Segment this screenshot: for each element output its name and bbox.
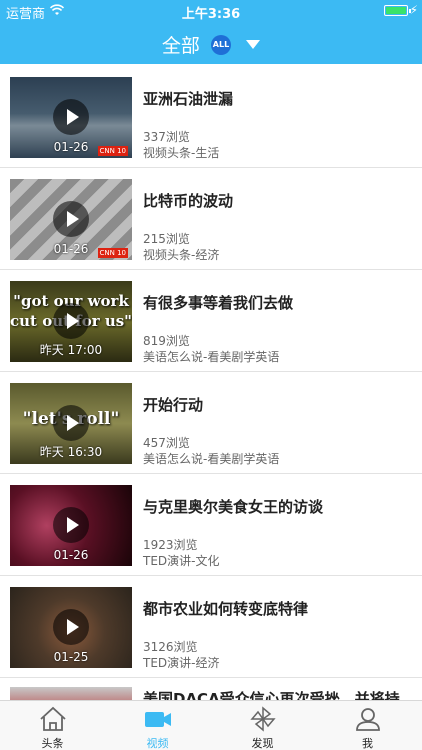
list-item[interactable]: 01-26 CNN 10 比特币的波动 215浏览 视频头条-经济 (0, 168, 422, 270)
category-selector[interactable]: 全部 ALL (0, 31, 422, 58)
view-count: 457浏览 (143, 436, 190, 450)
video-title[interactable]: 有很多事等着我们去做 (143, 292, 293, 313)
tab-label: 我 (362, 737, 373, 750)
view-count: 1923浏览 (143, 538, 198, 552)
video-thumbnail[interactable]: 01-26 (10, 485, 132, 566)
chevron-down-icon[interactable] (246, 40, 261, 49)
play-icon[interactable] (53, 99, 89, 135)
video-title[interactable]: 比特币的波动 (143, 190, 233, 211)
play-icon[interactable] (53, 405, 89, 441)
battery-fill (386, 7, 406, 14)
home-icon (40, 706, 66, 731)
view-count: 337浏览 (143, 130, 190, 144)
video-source: 美语怎么说-看美剧学英语 (143, 350, 280, 364)
user-icon (356, 708, 380, 731)
video-title[interactable]: 开始行动 (143, 394, 203, 415)
video-thumbnail[interactable]: "let's roll" 昨天 16:30 (10, 383, 132, 464)
status-bar: 运营商 上午3:36 ⚡ (0, 0, 422, 22)
video-source: 视频头条-经济 (143, 248, 220, 262)
play-icon[interactable] (53, 609, 89, 645)
video-source: 美语怎么说-看美剧学英语 (143, 452, 280, 466)
video-source: TED演讲-文化 (143, 554, 220, 568)
video-camera-icon (145, 712, 171, 727)
tab-label: 视频 (146, 737, 169, 750)
list-item[interactable]: 01-26 CNN 10 亚洲石油泄漏 337浏览 视频头条-生活 (0, 66, 422, 168)
video-title[interactable]: 与克里奥尔美食女王的访谈 (143, 496, 323, 517)
video-date: 01-26 (53, 548, 89, 562)
video-list[interactable]: 01-26 CNN 10 亚洲石油泄漏 337浏览 视频头条-生活 01-26 … (0, 64, 422, 700)
tab-label: 头条 (41, 737, 64, 750)
battery-icon (384, 5, 411, 16)
list-item[interactable]: "got our work cut out for us" 昨天 17:00 有… (0, 270, 422, 372)
play-icon[interactable] (53, 507, 89, 543)
cnn-logo: CNN 10 (97, 146, 128, 156)
all-badge: ALL (211, 34, 231, 55)
list-item[interactable]: 01-26 与克里奥尔美食女王的访谈 1923浏览 TED演讲-文化 (0, 474, 422, 576)
video-thumbnail[interactable]: 01-26 CNN 10 (10, 77, 132, 158)
list-item[interactable]: "let's roll" 昨天 16:30 开始行动 457浏览 美语怎么说-看… (0, 372, 422, 474)
tab-video[interactable]: 视频 (105, 701, 210, 750)
video-thumbnail[interactable] (10, 687, 132, 700)
video-title[interactable]: 亚洲石油泄漏 (143, 88, 233, 109)
pinwheel-icon (250, 706, 276, 732)
tab-discover[interactable]: 发现 (210, 701, 315, 750)
page-title: 全部 (161, 35, 200, 57)
tab-headlines[interactable]: 头条 (0, 701, 105, 750)
cnn-logo: CNN 10 (97, 248, 128, 258)
video-thumbnail[interactable]: 01-26 CNN 10 (10, 179, 132, 260)
play-icon[interactable] (53, 303, 89, 339)
video-date: 昨天 17:00 (39, 343, 103, 357)
video-date: 昨天 16:30 (39, 445, 103, 459)
video-thumbnail[interactable]: 01-25 (10, 587, 132, 668)
tab-bar: 头条 视频 发现 我 (0, 700, 422, 750)
view-count: 3126浏览 (143, 640, 198, 654)
play-icon[interactable] (53, 201, 89, 237)
video-date: 01-25 (53, 650, 89, 664)
video-source: TED演讲-经济 (143, 656, 220, 670)
video-title[interactable]: 美国DACA受众信心再次受挫，并将持 (143, 688, 400, 700)
charging-icon: ⚡ (409, 3, 418, 17)
list-item[interactable]: 美国DACA受众信心再次受挫，并将持 (0, 678, 422, 700)
video-source: 视频头条-生活 (143, 146, 220, 160)
view-count: 215浏览 (143, 232, 190, 246)
clock: 上午3:36 (181, 7, 241, 22)
video-title[interactable]: 都市农业如何转变底特律 (143, 598, 308, 619)
nav-bar: 全部 ALL (0, 22, 422, 64)
tab-me[interactable]: 我 (315, 701, 420, 750)
tab-label: 发现 (251, 737, 274, 750)
view-count: 819浏览 (143, 334, 190, 348)
video-thumbnail[interactable]: "got our work cut out for us" 昨天 17:00 (10, 281, 132, 362)
list-item[interactable]: 01-25 都市农业如何转变底特律 3126浏览 TED演讲-经济 (0, 576, 422, 678)
